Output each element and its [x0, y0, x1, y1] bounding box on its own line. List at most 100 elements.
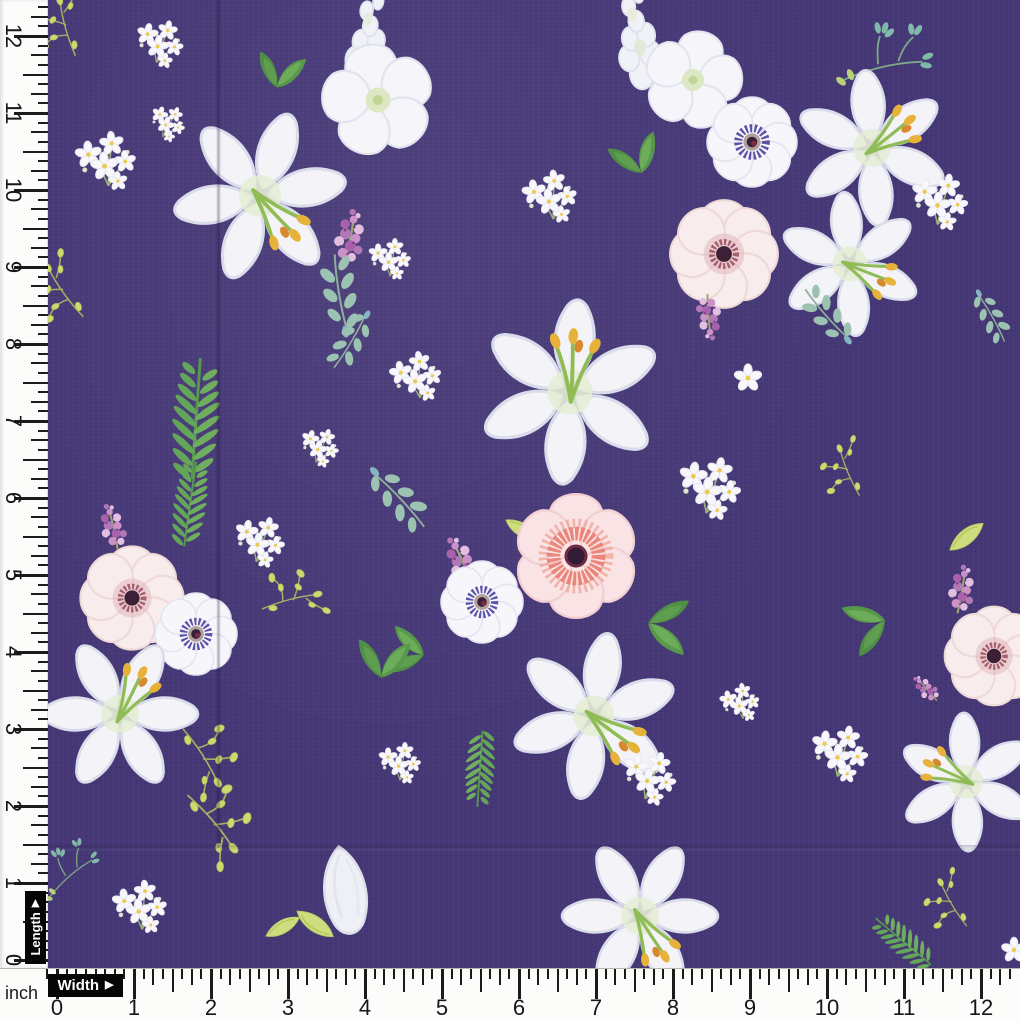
- length-label-text: Length: [28, 912, 43, 955]
- flower-floretCluster: [386, 348, 446, 407]
- h-tick: [547, 969, 549, 979]
- v-tick: [38, 160, 48, 162]
- flower-floretCluster: [131, 16, 188, 71]
- v-tick: [38, 699, 48, 701]
- h-tick: [152, 969, 154, 985]
- flower-floretCluster: [808, 722, 872, 784]
- flower-floret: [733, 364, 762, 392]
- flower-sprigYellow: [810, 433, 877, 506]
- v-tick: [23, 151, 48, 153]
- v-tick: [38, 641, 48, 643]
- h-tick: [123, 969, 125, 979]
- h-tick: [951, 969, 953, 979]
- v-tick: [38, 295, 48, 297]
- h-tick: [345, 969, 347, 985]
- v-tick: [38, 468, 48, 470]
- h-tick: [807, 969, 809, 985]
- v-tick: [23, 613, 48, 615]
- h-tick: [990, 969, 992, 979]
- h-tick: [239, 969, 241, 979]
- fabric: [48, 0, 1020, 968]
- h-ruler-number: 5: [422, 995, 462, 1020]
- h-tick: [537, 969, 539, 985]
- v-tick: [31, 16, 48, 18]
- h-ruler-number: 7: [576, 995, 616, 1020]
- h-tick: [816, 969, 818, 979]
- h-ruler-number: 3: [268, 995, 308, 1020]
- v-ruler-number: 10: [1, 168, 25, 212]
- h-ruler-number: 6: [499, 995, 539, 1020]
- v-tick: [38, 757, 48, 759]
- h-tick: [576, 969, 578, 985]
- flower-leafYellow: [263, 914, 303, 940]
- flower-fern: [166, 459, 214, 550]
- v-tick: [38, 661, 48, 663]
- h-tick: [354, 969, 356, 979]
- width-label-text: Width: [58, 977, 100, 994]
- flower-floretCluster: [295, 423, 343, 470]
- v-tick: [38, 603, 48, 605]
- v-tick: [38, 853, 48, 855]
- v-tick: [31, 670, 48, 672]
- h-tick: [143, 969, 145, 979]
- flower-lily: [478, 600, 711, 832]
- v-tick: [38, 372, 48, 374]
- h-tick: [191, 969, 193, 985]
- v-tick: [38, 199, 48, 201]
- v-tick: [38, 487, 48, 489]
- flower-anemonePurple: [155, 593, 238, 676]
- flower-sprigYellow: [48, 0, 97, 64]
- v-tick: [31, 863, 48, 865]
- flower-sprigYellow: [254, 561, 332, 630]
- v-tick: [38, 507, 48, 509]
- v-tick: [38, 179, 48, 181]
- h-ruler-number: 4: [345, 995, 385, 1020]
- h-tick: [249, 969, 251, 992]
- h-tick: [460, 969, 462, 985]
- h-tick: [258, 969, 260, 979]
- pattern-instances: [48, 0, 1020, 968]
- v-tick: [38, 218, 48, 220]
- h-tick: [566, 969, 568, 979]
- v-ruler-number: 11: [1, 91, 25, 135]
- v-tick: [38, 718, 48, 720]
- flower-eucalyptus: [358, 455, 438, 539]
- v-tick: [38, 122, 48, 124]
- v-tick: [38, 815, 48, 817]
- v-tick: [38, 333, 48, 335]
- v-tick: [31, 709, 48, 711]
- v-tick: [38, 738, 48, 740]
- v-tick: [31, 747, 48, 749]
- v-tick: [38, 545, 48, 547]
- h-tick: [653, 969, 655, 985]
- v-tick: [38, 6, 48, 8]
- v-tick: [23, 74, 48, 76]
- flower-lily: [873, 690, 1020, 874]
- h-tick: [788, 969, 790, 992]
- flower-floretCluster: [378, 742, 421, 784]
- v-tick: [31, 324, 48, 326]
- h-tick: [1009, 969, 1011, 979]
- h-tick: [451, 969, 453, 979]
- v-tick: [38, 776, 48, 778]
- h-tick: [691, 969, 693, 985]
- v-tick: [38, 83, 48, 85]
- h-tick: [200, 969, 202, 979]
- v-tick: [38, 795, 48, 797]
- v-ruler-number: 8: [1, 322, 25, 366]
- v-tick: [31, 478, 48, 480]
- flower-eucalyptus: [965, 283, 1016, 347]
- v-tick: [38, 526, 48, 528]
- h-tick: [999, 969, 1001, 985]
- v-tick: [38, 391, 48, 393]
- flower-leafYellow: [945, 519, 988, 554]
- v-tick: [23, 459, 48, 461]
- flower-leafGreen: [825, 596, 890, 661]
- flower-poppy: [509, 494, 644, 618]
- flower-lilac: [96, 501, 130, 552]
- v-tick: [38, 584, 48, 586]
- horizontal-ruler: 0123456789101112 Width ▶ inch: [0, 968, 1020, 1020]
- h-tick: [557, 969, 559, 992]
- flower-fern: [461, 729, 498, 808]
- h-tick: [162, 969, 164, 979]
